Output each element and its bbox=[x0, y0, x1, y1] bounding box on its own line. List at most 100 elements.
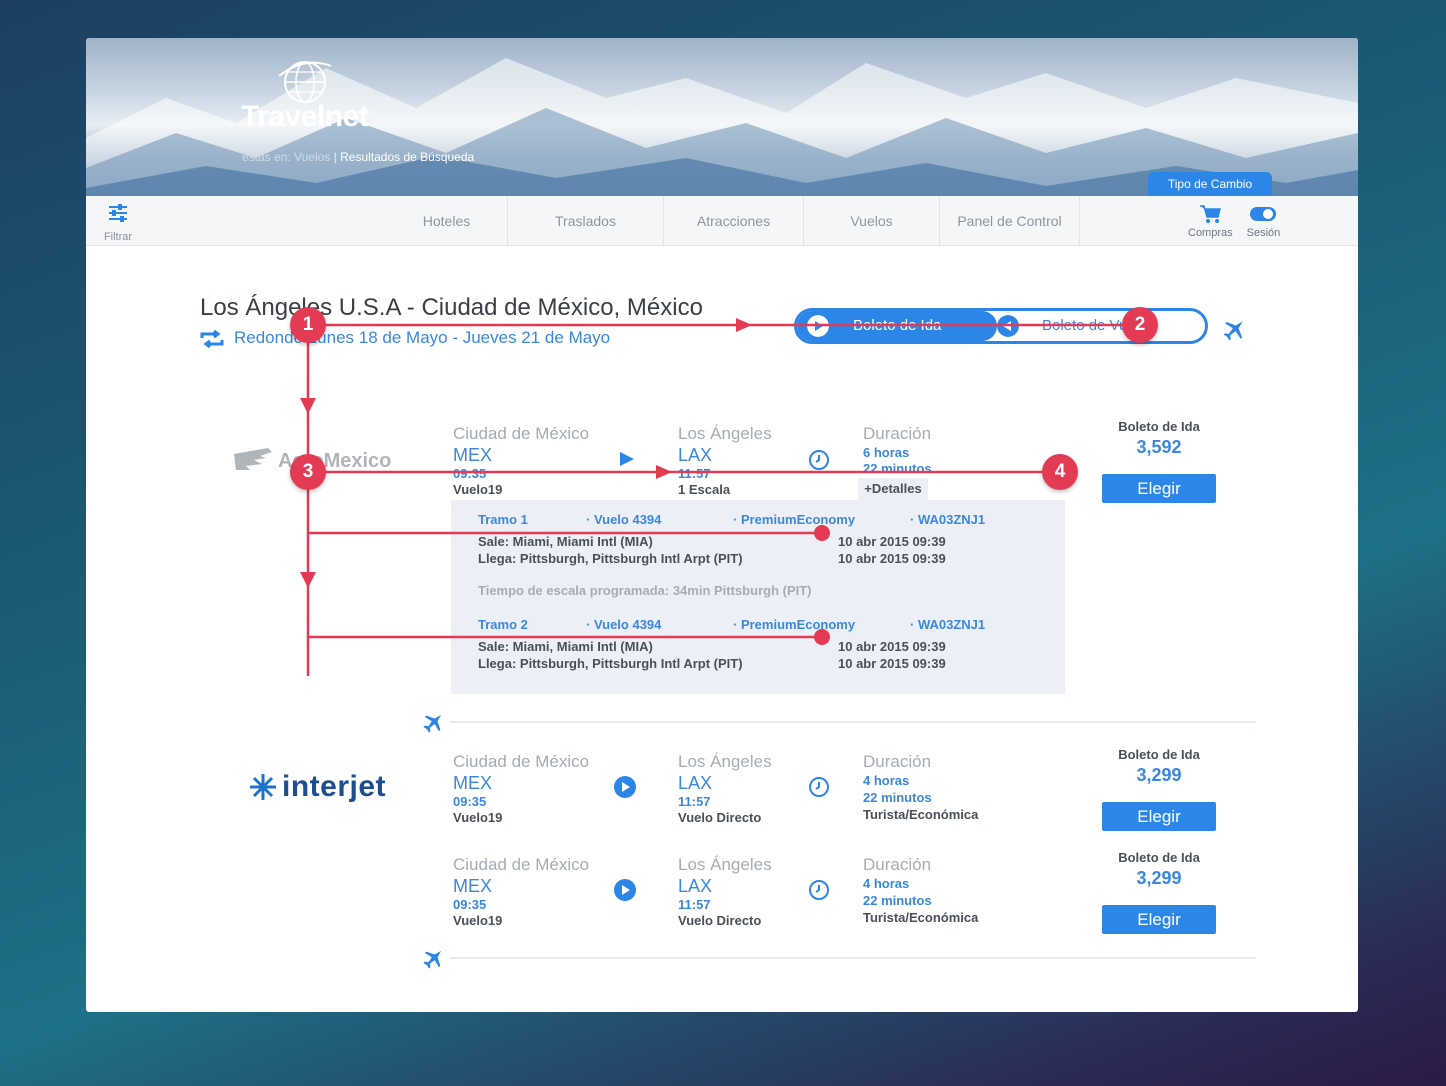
globe-icon bbox=[278, 61, 332, 103]
results-divider bbox=[450, 957, 1256, 959]
main-navbar: Filtrar Hoteles Traslados Atracciones Vu… bbox=[86, 196, 1358, 246]
price-label: Boleto de Ida bbox=[1118, 419, 1200, 434]
price-value: 3,299 bbox=[1136, 765, 1182, 785]
flight-number: Vuelo19 bbox=[453, 810, 503, 825]
dest-city: Los Ángeles bbox=[678, 424, 772, 443]
price-value: 3,299 bbox=[1136, 868, 1182, 888]
choose-button[interactable]: Elegir bbox=[1102, 474, 1216, 503]
aeromexico-logo-mark: AeroMexico bbox=[234, 448, 391, 472]
back-icon bbox=[997, 315, 1019, 337]
origin-code: MEX bbox=[453, 876, 493, 896]
flight-number: Vuelo19 bbox=[453, 482, 503, 497]
annotation-badge-2: 2 bbox=[1122, 307, 1158, 343]
toggle-icon bbox=[1250, 207, 1277, 221]
arrive-time: 11:57 bbox=[678, 794, 711, 809]
aeromexico-logo: AeroMexico bbox=[232, 442, 422, 483]
cabin-class: Turista/Económica bbox=[863, 910, 979, 925]
session-toggle[interactable]: Sesión bbox=[1246, 204, 1281, 239]
breadcrumb-section[interactable]: Vuelos bbox=[294, 150, 330, 164]
duration-label: Duración bbox=[863, 855, 932, 874]
dest-city: Los Ángeles bbox=[678, 855, 772, 874]
route-title: Los Ángeles U.S.A - Ciudad de México, Mé… bbox=[200, 294, 703, 321]
duration-minutes: 22 minutos bbox=[863, 790, 932, 805]
layover-info: Tiempo de escala programada: 34min Pitts… bbox=[478, 583, 812, 598]
flight-details-panel: Tramo 1 · Vuelo 4394 · PremiumEconomy · … bbox=[451, 500, 1065, 694]
play-circle-icon bbox=[614, 879, 636, 901]
choose-button[interactable]: Elegir bbox=[1102, 905, 1216, 934]
plane-icon bbox=[423, 714, 442, 733]
outbound-ticket-label: Boleto de Ida bbox=[853, 317, 942, 334]
sliders-icon bbox=[109, 204, 127, 222]
segment-1-flight: · Vuelo 4394 bbox=[586, 512, 662, 527]
segment-1-arrive-date: 10 abr 2015 09:39 bbox=[838, 551, 946, 566]
clock-icon bbox=[809, 777, 829, 797]
stops: Vuelo Directo bbox=[678, 913, 762, 928]
asterisk-icon bbox=[250, 774, 276, 800]
nav-item-atracciones[interactable]: Atracciones bbox=[664, 196, 804, 246]
cart-label: Compras bbox=[1188, 227, 1233, 239]
details-toggle[interactable]: +Detalles bbox=[858, 478, 928, 500]
interjet-wordmark: interjet bbox=[282, 770, 387, 803]
nav-item-traslados[interactable]: Traslados bbox=[508, 196, 664, 246]
duration-hours: 4 horas bbox=[863, 876, 910, 891]
plane-icon bbox=[423, 950, 442, 969]
segment-1-code: · WA03ZNJ1 bbox=[910, 512, 986, 527]
breadcrumb: estás en: Vuelos | Resultados de Búsqued… bbox=[242, 150, 474, 164]
annotation-badge-3: 3 bbox=[290, 454, 326, 490]
price-value: 3,592 bbox=[1136, 437, 1182, 457]
choose-button[interactable]: Elegir bbox=[1102, 802, 1216, 831]
price-label: Boleto de Ida bbox=[1118, 747, 1200, 762]
arrive-time: 11:57 bbox=[678, 466, 711, 481]
origin-city: Ciudad de México bbox=[453, 424, 590, 443]
duration-hours: 6 horas bbox=[863, 445, 910, 460]
exchange-rate-tab[interactable]: Tipo de Cambio bbox=[1148, 172, 1272, 196]
travelnet-logo[interactable]: Travelnet bbox=[241, 56, 381, 136]
nav-item-hoteles[interactable]: Hoteles bbox=[386, 196, 508, 246]
user-actions: Compras Sesión bbox=[1188, 204, 1280, 239]
dest-code: LAX bbox=[678, 445, 713, 465]
segment-2-flight: · Vuelo 4394 bbox=[586, 617, 662, 632]
clock-icon bbox=[809, 880, 829, 900]
cart-icon bbox=[1200, 205, 1222, 223]
plane-icon bbox=[1223, 321, 1243, 341]
play-circle-icon bbox=[614, 776, 636, 798]
segment-1-depart: Sale: Miami, Miami Intl (MIA) bbox=[478, 534, 653, 549]
dest-code: LAX bbox=[678, 773, 713, 793]
annotation-badge-1: 1 bbox=[290, 307, 326, 343]
stops: 1 Escala bbox=[678, 482, 731, 497]
depart-time: 09:35 bbox=[453, 466, 487, 481]
nav-item-vuelos[interactable]: Vuelos bbox=[804, 196, 940, 246]
brand-name: Travelnet bbox=[241, 100, 369, 133]
duration-label: Duración bbox=[863, 424, 932, 443]
duration-minutes: 22 minutos bbox=[863, 461, 932, 476]
dest-city: Los Ángeles bbox=[678, 752, 772, 771]
hero-banner: Travelnet estás en: Vuelos | Resultados … bbox=[86, 38, 1358, 196]
nav-item-panel-de-control[interactable]: Panel de Control bbox=[940, 196, 1080, 246]
segment-2-arrive: Llega: Pittsburgh, Pittsburgh Intl Arpt … bbox=[478, 656, 743, 671]
flight-number: Vuelo19 bbox=[453, 913, 503, 928]
arrive-time: 11:57 bbox=[678, 897, 711, 912]
dest-code: LAX bbox=[678, 876, 713, 896]
nav-menu: Hoteles Traslados Atracciones Vuelos Pan… bbox=[386, 196, 1080, 246]
depart-time: 09:35 bbox=[453, 794, 487, 809]
segment-2-code: · WA03ZNJ1 bbox=[910, 617, 986, 632]
segment-2-class: · PremiumEconomy bbox=[733, 617, 856, 632]
stops: Vuelo Directo bbox=[678, 810, 762, 825]
filter-button[interactable]: Filtrar bbox=[100, 204, 136, 243]
segment-2-depart: Sale: Miami, Miami Intl (MIA) bbox=[478, 639, 653, 654]
cart-button[interactable]: Compras bbox=[1188, 204, 1233, 239]
segment-1-arrive: Llega: Pittsburgh, Pittsburgh Intl Arpt … bbox=[478, 551, 743, 566]
segment-1-label: Tramo 1 bbox=[478, 512, 528, 527]
segment-1-class: · PremiumEconomy bbox=[733, 512, 856, 527]
clock-icon bbox=[809, 450, 829, 470]
session-label: Sesión bbox=[1246, 227, 1281, 239]
play-arrow-icon bbox=[620, 452, 634, 466]
origin-code: MEX bbox=[453, 445, 493, 465]
segment-2-depart-date: 10 abr 2015 09:39 bbox=[838, 639, 946, 654]
duration-minutes: 22 minutos bbox=[863, 893, 932, 908]
cabin-class: Turista/Económica bbox=[863, 807, 979, 822]
origin-city: Ciudad de México bbox=[453, 855, 590, 874]
origin-code: MEX bbox=[453, 773, 493, 793]
price-label: Boleto de Ida bbox=[1118, 850, 1200, 865]
annotation-badge-4: 4 bbox=[1042, 454, 1078, 490]
